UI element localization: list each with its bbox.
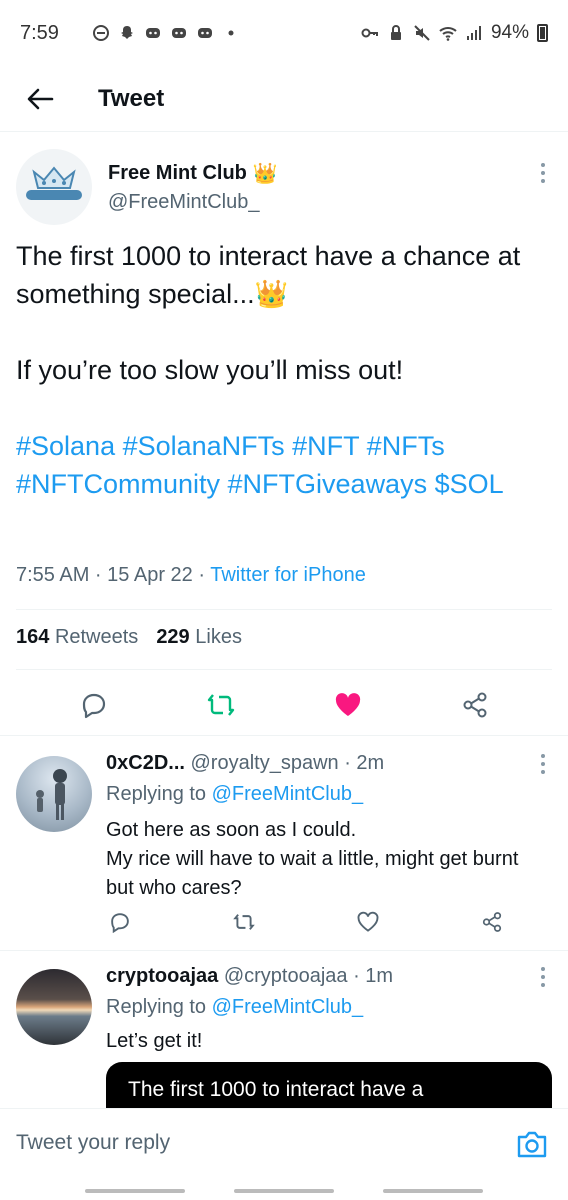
crown-logo-icon [26, 166, 82, 200]
mute-icon [414, 25, 430, 41]
mention-link[interactable]: @FreeMintClub_ [212, 996, 363, 1018]
arrow-left-icon [27, 88, 54, 109]
dnd-icon [93, 25, 109, 41]
more-options-button[interactable] [540, 163, 546, 183]
key-icon [361, 28, 378, 38]
divider [0, 950, 568, 951]
reply-time: · 1m [347, 965, 394, 987]
lock-icon [390, 25, 401, 40]
tweet-timestamp: 7:55 AM · 15 Apr 22 · [16, 564, 211, 586]
reply-text: Let’s get it! [106, 1030, 203, 1052]
likes-stat[interactable]: 229 Likes [156, 626, 242, 649]
author-handle[interactable]: @FreeMintClub_ [108, 191, 259, 214]
retweet-button[interactable] [201, 685, 241, 725]
tweet-author: Free Mint Club 👑 @FreeMintClub_ [0, 133, 568, 225]
like-button[interactable] [328, 685, 368, 725]
status-bar: 7:59 94% [0, 0, 568, 66]
snapchat-icon [121, 26, 133, 39]
mention-link[interactable]: @FreeMintClub_ [212, 783, 363, 805]
reply-button[interactable] [106, 908, 134, 936]
comment-icon [111, 913, 129, 933]
share-icon [463, 692, 486, 718]
camera-button[interactable] [516, 1129, 548, 1159]
tweet-actions [0, 685, 568, 725]
reply-author: cryptooajaa @cryptooajaa · 1m [106, 965, 393, 988]
author-handle[interactable]: @cryptooajaa [224, 965, 348, 987]
heart-filled-icon [335, 693, 360, 716]
clock: 7:59 [20, 21, 59, 44]
reply-composer [0, 1108, 568, 1182]
heart-icon [357, 911, 379, 932]
tweet-stats: 164 Retweets 229 Likes [16, 626, 242, 649]
astronaut-avatar-icon [36, 769, 67, 820]
tweet-meta: 7:55 AM · 15 Apr 22 · Twitter for iPhone [16, 564, 366, 587]
system-nav-bar [0, 1182, 568, 1200]
tweet-body: The first 1000 to interact have a chance… [16, 237, 556, 503]
reply-input[interactable] [16, 1131, 476, 1155]
divider [16, 609, 552, 610]
nav-home[interactable] [233, 1189, 334, 1193]
dot-icon [228, 30, 234, 36]
discord-icon [198, 28, 212, 38]
author-name-text: Free Mint Club [108, 162, 247, 184]
share-icon [482, 912, 502, 932]
system-indicators: 94% [361, 22, 548, 44]
quoted-text: The first 1000 to interact have a [128, 1078, 424, 1101]
replying-to: Replying to @FreeMintClub_ [106, 783, 364, 805]
retweet-icon [233, 914, 255, 930]
reply-time: · 2m [338, 752, 385, 774]
page-title: Tweet [98, 84, 165, 112]
author-name[interactable]: 0xC2D... [106, 752, 185, 774]
discord-icon [146, 28, 160, 38]
app-bar: Tweet [0, 66, 568, 132]
reply-actions [106, 908, 506, 936]
like-button[interactable] [354, 908, 382, 936]
reply-author: 0xC2D... @royalty_spawn · 2m [106, 752, 384, 775]
more-options-button[interactable] [540, 967, 546, 987]
share-button[interactable] [478, 908, 506, 936]
divider [16, 669, 552, 670]
author-name[interactable]: Free Mint Club 👑 [108, 161, 278, 186]
author-handle[interactable]: @royalty_spawn [191, 752, 339, 774]
avatar[interactable] [16, 149, 92, 225]
crown-emoji: 👑 [254, 279, 289, 309]
nav-back[interactable] [383, 1189, 484, 1193]
reply-text: Got here as soon as I could. My rice wil… [106, 819, 519, 899]
tweet-text-line2: If you’re too slow you’ll miss out! [16, 355, 404, 385]
nav-recents[interactable] [84, 1189, 185, 1193]
back-button[interactable] [20, 79, 60, 119]
replying-to: Replying to @FreeMintClub_ [106, 996, 364, 1018]
comment-icon [82, 693, 105, 719]
camera-icon [517, 1131, 547, 1158]
avatar[interactable] [16, 969, 92, 1045]
divider [0, 735, 568, 736]
discord-icon [172, 28, 186, 38]
avatar[interactable] [16, 756, 92, 832]
notification-icons [92, 24, 240, 42]
retweets-stat[interactable]: 164 Retweets [16, 626, 138, 649]
reply-button[interactable] [74, 685, 114, 725]
author-name[interactable]: cryptooajaa [106, 965, 218, 987]
tweet-client-link[interactable]: Twitter for iPhone [210, 564, 366, 586]
battery-icon [537, 24, 548, 42]
retweet-button[interactable] [230, 908, 258, 936]
crown-emoji: 👑 [252, 163, 278, 185]
main-tweet: Free Mint Club 👑 @FreeMintClub_ The firs… [0, 133, 568, 719]
retweet-icon [207, 694, 234, 716]
battery-percent: 94% [490, 22, 529, 43]
tweet-hashtags[interactable]: #Solana #SolanaNFTs #NFT #NFTs #NFTCommu… [16, 427, 556, 503]
more-options-button[interactable] [540, 754, 546, 774]
wifi-icon [439, 27, 457, 41]
signal-icon [466, 26, 481, 40]
share-button[interactable] [455, 685, 495, 725]
